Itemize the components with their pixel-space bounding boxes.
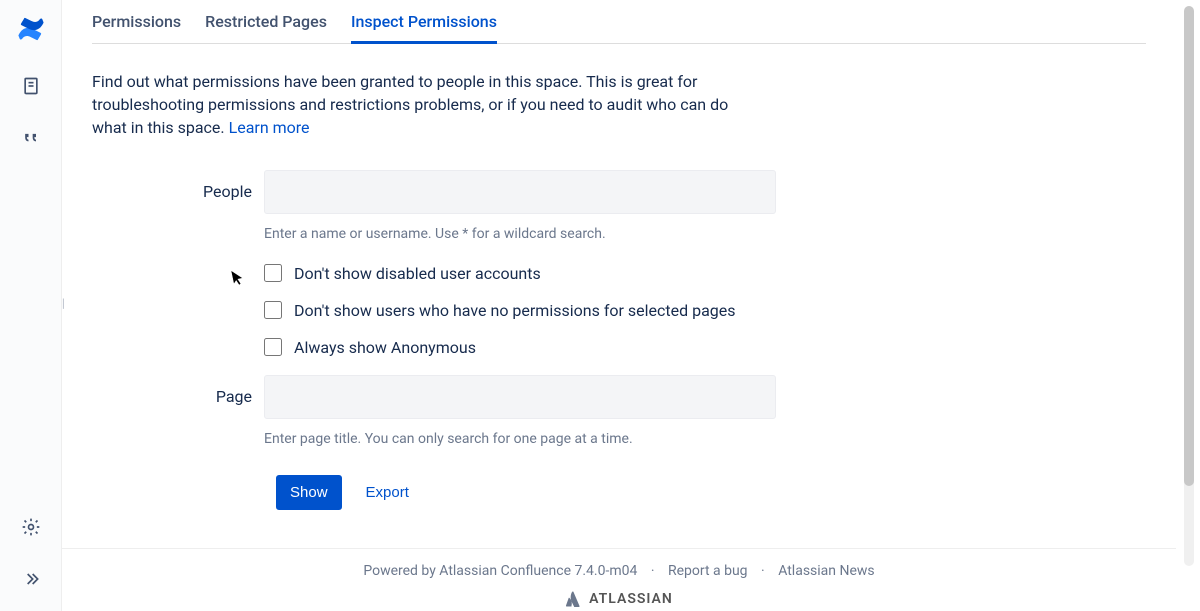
page-input[interactable] (264, 375, 776, 419)
footer-atlassian-news-link[interactable]: Atlassian News (778, 563, 874, 579)
export-button[interactable]: Export (366, 484, 409, 501)
intro-text: Find out what permissions have been gran… (92, 70, 752, 140)
people-hint: Enter a name or username. Use * for a wi… (264, 226, 776, 242)
page-label: Page (92, 375, 264, 406)
tab-bar: Permissions Restricted Pages Inspect Per… (92, 6, 1146, 44)
checkbox-always-show-anonymous-label: Always show Anonymous (294, 338, 476, 357)
gear-icon[interactable] (19, 515, 43, 539)
confluence-logo-icon[interactable] (16, 14, 46, 44)
atlassian-logo-icon (565, 591, 581, 607)
learn-more-link[interactable]: Learn more (229, 118, 310, 137)
tab-restricted-pages[interactable]: Restricted Pages (205, 6, 327, 43)
show-button[interactable]: Show (276, 475, 342, 510)
footer-powered-by: Powered by Atlassian Confluence 7.4.0-m0… (363, 563, 637, 579)
sidebar (0, 0, 62, 611)
intro-body: Find out what permissions have been gran… (92, 72, 728, 137)
quote-icon[interactable] (19, 126, 43, 150)
checkbox-hide-no-permissions[interactable] (264, 301, 282, 319)
footer-report-bug-link[interactable]: Report a bug (668, 563, 748, 579)
scrollbar[interactable] (1184, 6, 1194, 566)
checkbox-always-show-anonymous[interactable] (264, 338, 282, 356)
checkbox-hide-disabled[interactable] (264, 264, 282, 282)
expand-icon[interactable] (19, 567, 43, 591)
checkbox-hide-no-permissions-label: Don't show users who have no permissions… (294, 301, 736, 320)
tab-permissions[interactable]: Permissions (92, 6, 181, 43)
people-input[interactable] (264, 170, 776, 214)
page-footer: Powered by Atlassian Confluence 7.4.0-m0… (62, 548, 1176, 611)
atlassian-brand: ATLASSIAN (62, 591, 1176, 607)
scrollbar-thumb[interactable] (1184, 6, 1194, 486)
tab-inspect-permissions[interactable]: Inspect Permissions (351, 6, 497, 44)
checkbox-hide-disabled-label: Don't show disabled user accounts (294, 264, 541, 283)
page-hint: Enter page title. You can only search fo… (264, 431, 776, 447)
page-icon[interactable] (19, 74, 43, 98)
main-content: Permissions Restricted Pages Inspect Per… (62, 0, 1176, 611)
atlassian-brand-text: ATLASSIAN (589, 591, 673, 607)
people-label: People (92, 170, 264, 201)
